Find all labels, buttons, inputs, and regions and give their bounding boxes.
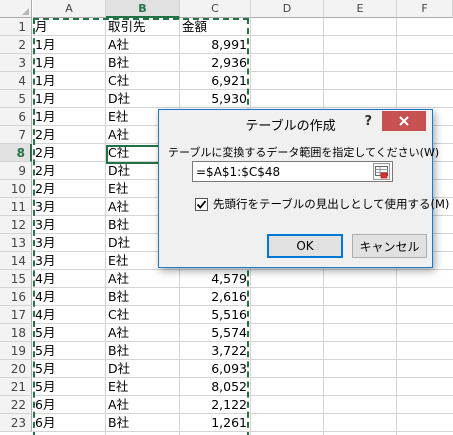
cell-b3[interactable]: B社	[108, 54, 178, 72]
column-header-d[interactable]: D	[251, 0, 324, 18]
row-header-16[interactable]: 16	[0, 288, 32, 306]
range-field[interactable]	[192, 161, 393, 182]
cell-c20[interactable]: 6,093	[182, 360, 247, 378]
row-header-15[interactable]: 15	[0, 270, 32, 288]
header-row-checkbox[interactable]	[195, 198, 208, 211]
row-header-14[interactable]: 14	[0, 252, 32, 270]
cell-a14[interactable]: 3月	[35, 252, 104, 270]
close-button[interactable]	[382, 111, 426, 131]
row-header-7[interactable]: 7	[0, 126, 32, 144]
cell-b2[interactable]: A社	[108, 36, 178, 54]
dialog-title: テーブルの作成	[245, 119, 336, 134]
cell-c16[interactable]: 2,616	[182, 288, 247, 306]
row-header-18[interactable]: 18	[0, 324, 32, 342]
select-all-corner[interactable]	[0, 0, 32, 18]
cell-b15[interactable]: A社	[108, 270, 178, 288]
range-select-icon	[375, 166, 388, 179]
column-header-e[interactable]: E	[324, 0, 397, 18]
help-button[interactable]: ?	[364, 114, 372, 129]
cell-b1[interactable]: 取引先	[108, 18, 178, 36]
row-header-23[interactable]: 23	[0, 414, 32, 432]
column-header-a[interactable]: A	[33, 0, 106, 18]
cell-a18[interactable]: 5月	[35, 324, 104, 342]
cell-a21[interactable]: 5月	[35, 378, 104, 396]
cell-b5[interactable]: D社	[108, 90, 178, 108]
row-header-21[interactable]: 21	[0, 378, 32, 396]
cell-c5[interactable]: 5,930	[182, 90, 247, 108]
cell-a16[interactable]: 4月	[35, 288, 104, 306]
cell-a1[interactable]: 月	[35, 18, 104, 36]
cell-c3[interactable]: 2,936	[182, 54, 247, 72]
row-header-22[interactable]: 22	[0, 396, 32, 414]
cell-c22[interactable]: 2,122	[182, 396, 247, 414]
column-header-f[interactable]: F	[397, 0, 453, 18]
cell-a17[interactable]: 4月	[35, 306, 104, 324]
cell-a12[interactable]: 3月	[35, 216, 104, 234]
header-row-label[interactable]: 先頭行をテーブルの見出しとして使用する(M)	[213, 196, 449, 212]
cell-a20[interactable]: 5月	[35, 360, 104, 378]
row-header-9[interactable]: 9	[0, 162, 32, 180]
cell-c19[interactable]: 3,722	[182, 342, 247, 360]
cell-a9[interactable]: 2月	[35, 162, 104, 180]
cell-c1[interactable]: 金額	[182, 18, 247, 36]
column-header-c[interactable]: C	[180, 0, 251, 18]
cell-c18[interactable]: 5,574	[182, 324, 247, 342]
cell-a19[interactable]: 5月	[35, 342, 104, 360]
row-header-20[interactable]: 20	[0, 360, 32, 378]
cell-c2[interactable]: 8,991	[182, 36, 247, 54]
cell-b23[interactable]: B社	[108, 414, 178, 432]
range-input[interactable]	[196, 164, 356, 180]
row-header-11[interactable]: 11	[0, 198, 32, 216]
row-header-5[interactable]: 5	[0, 90, 32, 108]
row-header-17[interactable]: 17	[0, 306, 32, 324]
row-header-2[interactable]: 2	[0, 36, 32, 54]
cell-a7[interactable]: 2月	[35, 126, 104, 144]
cell-c15[interactable]: 4,579	[182, 270, 247, 288]
cell-a11[interactable]: 3月	[35, 198, 104, 216]
cell-a23[interactable]: 6月	[35, 414, 104, 432]
row-header-6[interactable]: 6	[0, 108, 32, 126]
cell-b21[interactable]: E社	[108, 378, 178, 396]
cell-a10[interactable]: 2月	[35, 180, 104, 198]
cell-b16[interactable]: B社	[108, 288, 178, 306]
checkmark-icon	[196, 200, 207, 209]
close-icon	[399, 116, 409, 126]
cell-a6[interactable]: 1月	[35, 108, 104, 126]
range-prompt-label: テーブルに変換するデータ範囲を指定してください(W)	[168, 146, 440, 159]
cell-a2[interactable]: 1月	[35, 36, 104, 54]
row-header-3[interactable]: 3	[0, 54, 32, 72]
cell-b22[interactable]: A社	[108, 396, 178, 414]
dialog-titlebar[interactable]: テーブルの作成 ?	[159, 110, 432, 136]
column-header-b[interactable]: B	[106, 0, 180, 18]
cell-b17[interactable]: C社	[108, 306, 178, 324]
cell-c21[interactable]: 8,052	[182, 378, 247, 396]
cell-a22[interactable]: 6月	[35, 396, 104, 414]
cell-c23[interactable]: 1,261	[182, 414, 247, 432]
row-header-4[interactable]: 4	[0, 72, 32, 90]
cancel-button[interactable]: キャンセル	[352, 234, 427, 258]
row-header-10[interactable]: 10	[0, 180, 32, 198]
cell-b19[interactable]: B社	[108, 342, 178, 360]
ok-button[interactable]: OK	[267, 234, 343, 258]
row-header-13[interactable]: 13	[0, 234, 32, 252]
row-header-12[interactable]: 12	[0, 216, 32, 234]
cell-a8[interactable]: 2月	[35, 144, 104, 162]
cell-b18[interactable]: A社	[108, 324, 178, 342]
cell-a5[interactable]: 1月	[35, 90, 104, 108]
cell-a15[interactable]: 4月	[35, 270, 104, 288]
row-header-1[interactable]: 1	[0, 18, 32, 36]
cell-c4[interactable]: 6,921	[182, 72, 247, 90]
create-table-dialog: テーブルの作成 ? テーブルに変換するデータ範囲を指定してください(W) 先頭行…	[158, 109, 449, 268]
collapse-dialog-button[interactable]	[373, 163, 390, 180]
cell-a13[interactable]: 3月	[35, 234, 104, 252]
cell-b20[interactable]: D社	[108, 360, 178, 378]
cell-a4[interactable]: 1月	[35, 72, 104, 90]
row-header-19[interactable]: 19	[0, 342, 32, 360]
cell-a3[interactable]: 1月	[35, 54, 104, 72]
row-header-8[interactable]: 8	[0, 144, 32, 162]
cell-b4[interactable]: C社	[108, 72, 178, 90]
cell-c17[interactable]: 5,516	[182, 306, 247, 324]
